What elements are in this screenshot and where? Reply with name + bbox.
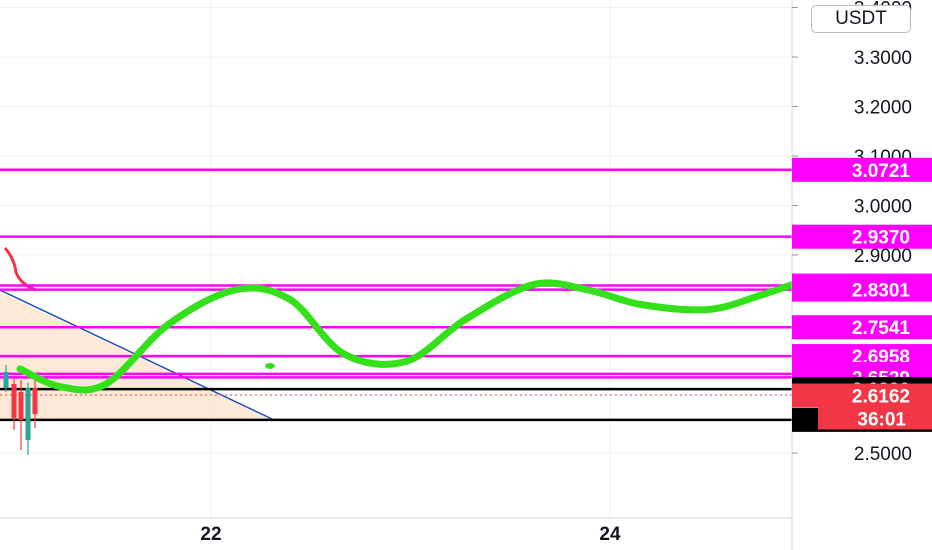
level-price-tag: 2.9370 [852,228,910,249]
candle-body [18,392,24,420]
level-price-tag: 2.8301 [852,281,911,302]
price-tick-label: 3.3000 [854,48,912,69]
price-tick-label: 2.9000 [854,246,912,267]
candle-body [3,372,9,388]
candle-body [25,388,31,440]
countdown-label: 36:01 [857,409,906,430]
currency-selector-button[interactable]: USDT [811,5,911,33]
candle-body [11,384,17,418]
price-tick-label: 2.5000 [854,444,912,465]
level-price-tag: 3.0721 [852,161,911,182]
candle-body [32,388,38,414]
chart-grid [0,0,792,518]
price-chart[interactable]: 3.40003.30003.20003.10003.00002.90002.50… [0,0,932,550]
level-price-tag: 2.7541 [852,318,911,339]
time-tick-label: 22 [200,524,221,545]
triangle-pattern [0,246,792,420]
projection-dot [265,363,275,369]
price-tick-label: 3.0000 [854,197,912,218]
red-arrow-mark [3,246,37,292]
time-axis[interactable]: 22 24 [0,517,792,545]
price-tick-label: 3.2000 [854,98,912,119]
current-price-tag: 2.6162 [852,386,910,407]
time-tick-label: 24 [599,524,621,545]
